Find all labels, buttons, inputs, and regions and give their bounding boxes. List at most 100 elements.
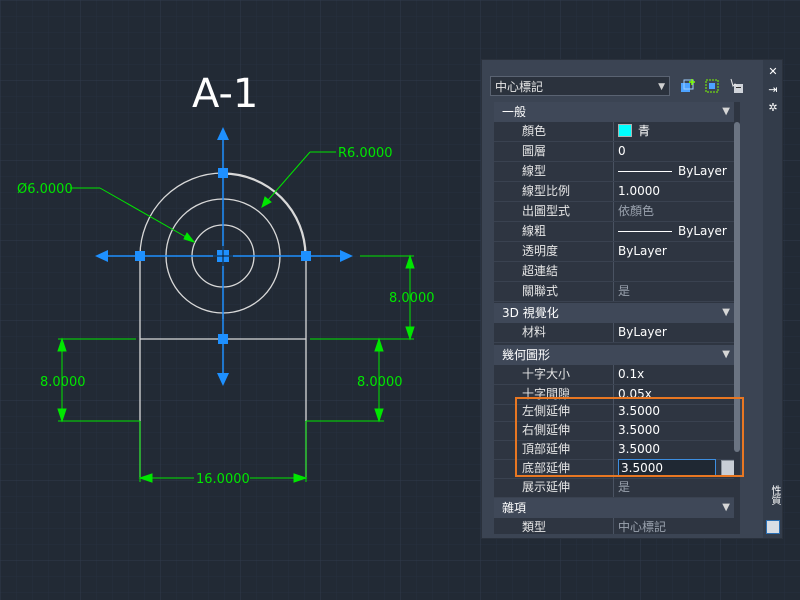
property-row-right-extension[interactable]: 右側延伸 3.5000 (494, 421, 740, 441)
radius-dimension-text[interactable]: R6.0000 (338, 146, 393, 161)
lower-right-height-dimension-text[interactable]: 8.0000 (357, 375, 403, 390)
property-value: 是 (618, 284, 631, 298)
property-value[interactable]: 是 (618, 478, 736, 497)
property-row-associative[interactable]: 關聯式 是 (494, 282, 740, 302)
object-type-dropdown[interactable]: 中心標記 ▼ (490, 76, 670, 96)
column-divider (613, 262, 614, 281)
property-name: 超連結 (522, 264, 559, 278)
collapse-chevron-icon[interactable]: ▼ (722, 102, 730, 122)
calculator-icon[interactable] (721, 460, 735, 477)
linetype-value: ByLayer (678, 164, 727, 178)
property-row-show-extension[interactable]: 展示延伸 是 (494, 478, 740, 498)
property-row-layer[interactable]: 圖層 0 (494, 142, 740, 162)
property-name: 十字大小 (522, 367, 571, 381)
toggle-pickadd-icon[interactable] (680, 78, 696, 94)
property-row-transparency[interactable]: 透明度 ByLayer (494, 242, 740, 262)
property-row-left-extension[interactable]: 左側延伸 3.5000 (494, 402, 740, 422)
category-3d-label: 3D 視覺化 (502, 306, 559, 320)
bottom-width-dimension-text[interactable]: 16.0000 (196, 472, 250, 487)
color-value: 青 (638, 124, 651, 138)
scrollbar-thumb[interactable] (734, 122, 740, 452)
right-height-dimension-text[interactable]: 8.0000 (389, 291, 435, 306)
palette-menu-icon[interactable] (766, 520, 780, 534)
column-divider (613, 222, 614, 241)
property-grid[interactable]: 一般 ▼ 顏色 青 圖層 0 線型 ByLayer 線型比例 1.0000 出圖… (494, 102, 740, 534)
object-type-value: 中心標記 (495, 80, 544, 94)
property-name: 頂部延伸 (522, 442, 571, 456)
properties-settings-icon[interactable]: ✲ (767, 102, 779, 114)
drawing-title: A-1 (192, 71, 258, 117)
property-row-cross-size[interactable]: 十字大小 0.1x (494, 365, 740, 385)
lineweight-value: ByLayer (678, 224, 727, 238)
property-name: 左側延伸 (522, 404, 571, 418)
property-name: 線型比例 (522, 184, 571, 198)
color-swatch-icon (618, 124, 632, 137)
close-icon[interactable]: ✕ (767, 66, 779, 78)
property-value[interactable]: 1.0000 (618, 182, 736, 201)
property-name: 類型 (522, 520, 547, 534)
column-divider (613, 365, 614, 384)
collapse-chevron-icon[interactable]: ▼ (722, 498, 730, 518)
category-3d-visualization[interactable]: 3D 視覺化 ▼ (494, 303, 740, 323)
category-misc-label: 雜項 (502, 501, 527, 515)
column-divider (613, 402, 614, 421)
bottom-extension-input[interactable]: 3.5000 (618, 459, 716, 476)
property-value[interactable]: ByLayer (618, 323, 736, 342)
column-divider (613, 202, 614, 221)
property-row-type[interactable]: 類型 中心標記 (494, 518, 740, 534)
property-row-plotstyle[interactable]: 出圖型式 依顏色 (494, 202, 740, 222)
property-value[interactable]: 3.5000 (618, 421, 736, 440)
palette-side-strip: ✕ ⇥ ✲ 性質 (763, 60, 782, 538)
column-divider (613, 182, 614, 201)
palette-title: 性質 (769, 485, 780, 505)
select-objects-icon[interactable] (704, 78, 720, 94)
autohide-icon[interactable]: ⇥ (767, 84, 779, 96)
linetype-preview (618, 171, 672, 172)
property-row-top-extension[interactable]: 頂部延伸 3.5000 (494, 440, 740, 460)
property-row-linetype[interactable]: 線型 ByLayer (494, 162, 740, 182)
property-value[interactable]: 0.1x (618, 365, 736, 384)
column-divider (613, 518, 614, 534)
property-name: 線粗 (522, 224, 547, 238)
properties-palette[interactable]: 中心標記 ▼ 一般 ▼ 顏色 青 圖層 0 線型 ByLayer 線型比例 1.… (481, 59, 783, 539)
left-height-dimension-text[interactable]: 8.0000 (40, 375, 86, 390)
property-value[interactable]: 青 (618, 122, 736, 141)
property-name: 顏色 (522, 124, 547, 138)
property-row-lineweight[interactable]: 線粗 ByLayer (494, 222, 740, 242)
column-divider (613, 440, 614, 459)
column-divider (613, 142, 614, 161)
property-value: 中心標記 (618, 520, 667, 534)
quick-select-icon[interactable] (728, 78, 744, 94)
property-row-color[interactable]: 顏色 青 (494, 122, 740, 142)
property-row-linetype-scale[interactable]: 線型比例 1.0000 (494, 182, 740, 202)
property-row-material[interactable]: 材料 ByLayer (494, 323, 740, 343)
property-name: 透明度 (522, 244, 559, 258)
property-value[interactable]: 3.5000 (618, 402, 736, 421)
column-divider (613, 478, 614, 497)
column-divider (613, 421, 614, 440)
property-name: 出圖型式 (522, 204, 571, 218)
property-name: 展示延伸 (522, 480, 571, 494)
column-divider (613, 323, 614, 342)
category-general[interactable]: 一般 ▼ (494, 102, 740, 122)
property-value[interactable]: 0 (618, 142, 736, 161)
property-row-bottom-extension[interactable]: 底部延伸 3.5000 (494, 459, 740, 479)
column-divider (613, 122, 614, 141)
property-scrollbar[interactable] (734, 102, 740, 534)
property-row-hyperlink[interactable]: 超連結 (494, 262, 740, 282)
column-divider (613, 459, 614, 478)
category-misc[interactable]: 雜項 ▼ (494, 498, 740, 518)
property-value[interactable]: 3.5000 (618, 440, 736, 459)
collapse-chevron-icon[interactable]: ▼ (722, 345, 730, 365)
category-geometry[interactable]: 幾何圖形 ▼ (494, 345, 740, 365)
property-value[interactable]: ByLayer (618, 242, 736, 261)
category-geometry-label: 幾何圖形 (502, 348, 551, 362)
property-value[interactable]: ByLayer (618, 162, 736, 181)
diameter-dimension-text[interactable]: Ø6.0000 (17, 182, 73, 197)
palette-toolbar: 中心標記 ▼ (490, 76, 752, 98)
property-name: 關聯式 (522, 284, 559, 298)
property-value[interactable]: ByLayer (618, 222, 736, 241)
category-general-label: 一般 (502, 105, 527, 119)
column-divider (613, 162, 614, 181)
collapse-chevron-icon[interactable]: ▼ (722, 303, 730, 323)
